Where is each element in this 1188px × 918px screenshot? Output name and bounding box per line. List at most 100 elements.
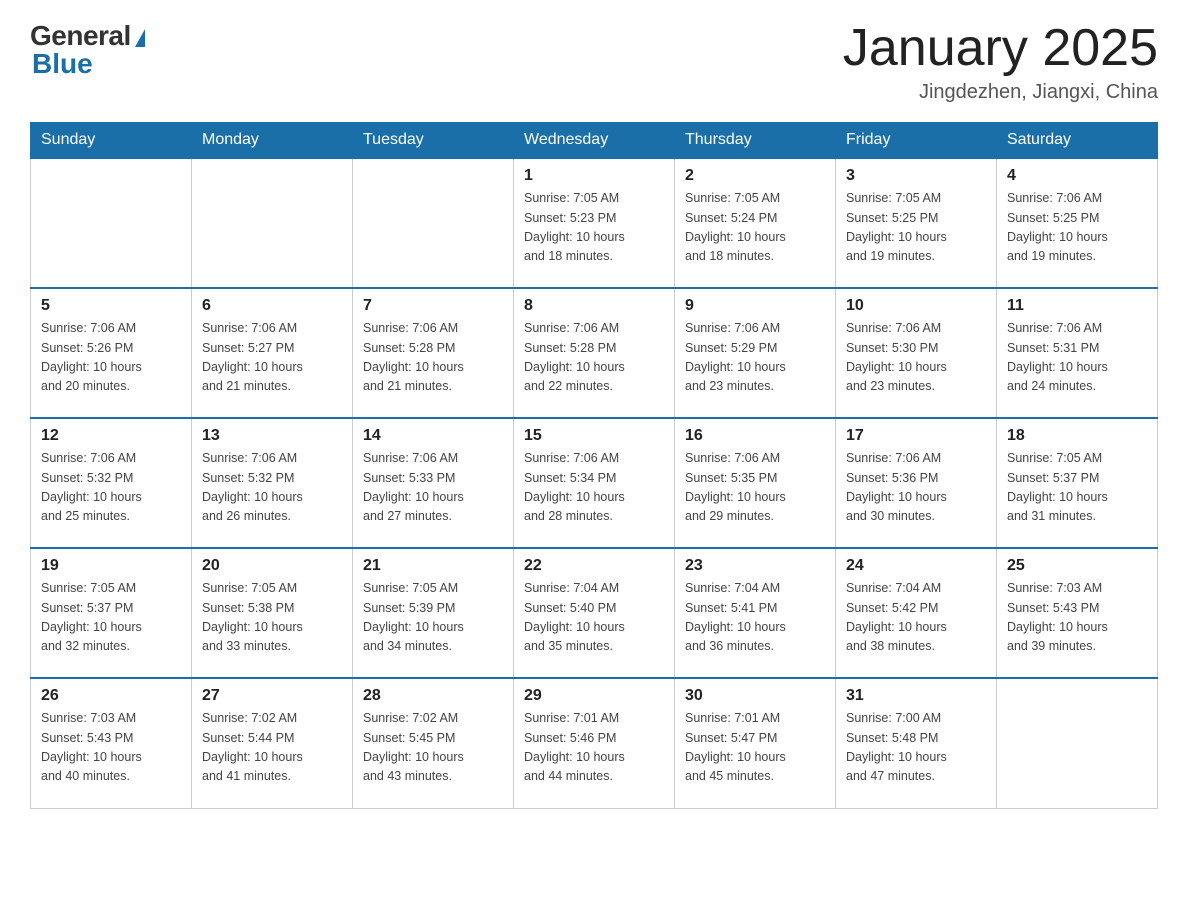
- day-number: 25: [1007, 557, 1147, 575]
- calendar-day-cell: 31 Sunrise: 7:00 AMSunset: 5:48 PMDayligh…: [836, 678, 997, 808]
- calendar-day-cell: 8 Sunrise: 7:06 AMSunset: 5:28 PMDaylight…: [514, 288, 675, 418]
- day-info: Sunrise: 7:02 AMSunset: 5:45 PMDaylight:…: [363, 709, 503, 787]
- day-info: Sunrise: 7:02 AMSunset: 5:44 PMDaylight:…: [202, 709, 342, 787]
- day-number: 30: [685, 687, 825, 705]
- day-number: 15: [524, 427, 664, 445]
- day-number: 21: [363, 557, 503, 575]
- calendar-day-cell: 29 Sunrise: 7:01 AMSunset: 5:46 PMDayligh…: [514, 678, 675, 808]
- day-number: 18: [1007, 427, 1147, 445]
- column-header-wednesday: Wednesday: [514, 123, 675, 159]
- calendar-day-cell: 10 Sunrise: 7:06 AMSunset: 5:30 PMDayligh…: [836, 288, 997, 418]
- day-number: 31: [846, 687, 986, 705]
- calendar-day-cell: 16Sunrise: 7:06 AMSunset: 5:35 PMDayligh…: [675, 418, 836, 548]
- day-info: Sunrise: 7:06 AMSunset: 5:33 PMDaylight:…: [363, 449, 503, 527]
- day-info: Sunrise: 7:05 AMSunset: 5:38 PMDaylight:…: [202, 579, 342, 657]
- day-number: 4: [1007, 167, 1147, 185]
- day-info: Sunrise: 7:05 AMSunset: 5:24 PMDaylight:…: [685, 189, 825, 267]
- calendar-day-cell: 4 Sunrise: 7:06 AMSunset: 5:25 PMDaylight…: [997, 158, 1158, 288]
- title-block: January 2025 Jingdezhen, Jiangxi, China: [843, 20, 1158, 104]
- day-info: Sunrise: 7:06 AMSunset: 5:28 PMDaylight:…: [363, 319, 503, 397]
- day-info: Sunrise: 7:01 AMSunset: 5:47 PMDaylight:…: [685, 709, 825, 787]
- calendar-day-cell: 15Sunrise: 7:06 AMSunset: 5:34 PMDayligh…: [514, 418, 675, 548]
- calendar-header-row: SundayMondayTuesdayWednesdayThursdayFrid…: [31, 123, 1158, 159]
- calendar-day-cell: 22 Sunrise: 7:04 AMSunset: 5:40 PMDayligh…: [514, 548, 675, 678]
- day-number: 19: [41, 557, 181, 575]
- calendar-empty-cell: [192, 158, 353, 288]
- logo-triangle-icon: [135, 29, 145, 47]
- calendar-empty-cell: [997, 678, 1158, 808]
- day-info: Sunrise: 7:06 AMSunset: 5:25 PMDaylight:…: [1007, 189, 1147, 267]
- day-number: 10: [846, 297, 986, 315]
- day-info: Sunrise: 7:04 AMSunset: 5:42 PMDaylight:…: [846, 579, 986, 657]
- day-number: 8: [524, 297, 664, 315]
- day-info: Sunrise: 7:06 AMSunset: 5:35 PMDaylight:…: [685, 449, 825, 527]
- calendar-week-row: 26Sunrise: 7:03 AMSunset: 5:43 PMDayligh…: [31, 678, 1158, 808]
- day-info: Sunrise: 7:03 AMSunset: 5:43 PMDaylight:…: [1007, 579, 1147, 657]
- day-info: Sunrise: 7:06 AMSunset: 5:27 PMDaylight:…: [202, 319, 342, 397]
- day-number: 2: [685, 167, 825, 185]
- day-number: 11: [1007, 297, 1147, 315]
- logo: General Blue: [30, 20, 145, 80]
- calendar-day-cell: 21 Sunrise: 7:05 AMSunset: 5:39 PMDayligh…: [353, 548, 514, 678]
- column-header-thursday: Thursday: [675, 123, 836, 159]
- column-header-tuesday: Tuesday: [353, 123, 514, 159]
- calendar-day-cell: 11Sunrise: 7:06 AMSunset: 5:31 PMDayligh…: [997, 288, 1158, 418]
- day-info: Sunrise: 7:06 AMSunset: 5:32 PMDaylight:…: [202, 449, 342, 527]
- day-number: 6: [202, 297, 342, 315]
- calendar-week-row: 1 Sunrise: 7:05 AMSunset: 5:23 PMDaylight…: [31, 158, 1158, 288]
- day-info: Sunrise: 7:04 AMSunset: 5:40 PMDaylight:…: [524, 579, 664, 657]
- day-number: 7: [363, 297, 503, 315]
- calendar-day-cell: 30 Sunrise: 7:01 AMSunset: 5:47 PMDayligh…: [675, 678, 836, 808]
- day-number: 22: [524, 557, 664, 575]
- calendar-day-cell: 27 Sunrise: 7:02 AMSunset: 5:44 PMDayligh…: [192, 678, 353, 808]
- day-number: 17: [846, 427, 986, 445]
- day-info: Sunrise: 7:05 AMSunset: 5:23 PMDaylight:…: [524, 189, 664, 267]
- day-info: Sunrise: 7:06 AMSunset: 5:30 PMDaylight:…: [846, 319, 986, 397]
- day-number: 29: [524, 687, 664, 705]
- day-info: Sunrise: 7:06 AMSunset: 5:32 PMDaylight:…: [41, 449, 181, 527]
- day-info: Sunrise: 7:06 AMSunset: 5:29 PMDaylight:…: [685, 319, 825, 397]
- calendar-day-cell: 5 Sunrise: 7:06 AMSunset: 5:26 PMDaylight…: [31, 288, 192, 418]
- day-number: 1: [524, 167, 664, 185]
- calendar-empty-cell: [31, 158, 192, 288]
- logo-blue-text: Blue: [32, 48, 93, 80]
- calendar-subtitle: Jingdezhen, Jiangxi, China: [843, 81, 1158, 104]
- calendar-day-cell: 9Sunrise: 7:06 AMSunset: 5:29 PMDaylight…: [675, 288, 836, 418]
- day-info: Sunrise: 7:05 AMSunset: 5:39 PMDaylight:…: [363, 579, 503, 657]
- day-number: 12: [41, 427, 181, 445]
- day-info: Sunrise: 7:05 AMSunset: 5:37 PMDaylight:…: [1007, 449, 1147, 527]
- day-number: 3: [846, 167, 986, 185]
- calendar-day-cell: 14 Sunrise: 7:06 AMSunset: 5:33 PMDayligh…: [353, 418, 514, 548]
- calendar-empty-cell: [353, 158, 514, 288]
- calendar-day-cell: 24 Sunrise: 7:04 AMSunset: 5:42 PMDayligh…: [836, 548, 997, 678]
- calendar-week-row: 12 Sunrise: 7:06 AMSunset: 5:32 PMDayligh…: [31, 418, 1158, 548]
- day-info: Sunrise: 7:06 AMSunset: 5:36 PMDaylight:…: [846, 449, 986, 527]
- day-number: 23: [685, 557, 825, 575]
- column-header-monday: Monday: [192, 123, 353, 159]
- day-number: 5: [41, 297, 181, 315]
- calendar-day-cell: 19 Sunrise: 7:05 AMSunset: 5:37 PMDayligh…: [31, 548, 192, 678]
- day-number: 24: [846, 557, 986, 575]
- day-number: 28: [363, 687, 503, 705]
- calendar-day-cell: 20Sunrise: 7:05 AMSunset: 5:38 PMDayligh…: [192, 548, 353, 678]
- day-number: 26: [41, 687, 181, 705]
- day-info: Sunrise: 7:05 AMSunset: 5:25 PMDaylight:…: [846, 189, 986, 267]
- calendar-day-cell: 18 Sunrise: 7:05 AMSunset: 5:37 PMDayligh…: [997, 418, 1158, 548]
- calendar-day-cell: 25 Sunrise: 7:03 AMSunset: 5:43 PMDayligh…: [997, 548, 1158, 678]
- calendar-day-cell: 1 Sunrise: 7:05 AMSunset: 5:23 PMDaylight…: [514, 158, 675, 288]
- calendar-title: January 2025: [843, 20, 1158, 77]
- day-info: Sunrise: 7:00 AMSunset: 5:48 PMDaylight:…: [846, 709, 986, 787]
- calendar-day-cell: 28 Sunrise: 7:02 AMSunset: 5:45 PMDayligh…: [353, 678, 514, 808]
- calendar-day-cell: 7 Sunrise: 7:06 AMSunset: 5:28 PMDaylight…: [353, 288, 514, 418]
- calendar-week-row: 19 Sunrise: 7:05 AMSunset: 5:37 PMDayligh…: [31, 548, 1158, 678]
- day-number: 27: [202, 687, 342, 705]
- day-number: 13: [202, 427, 342, 445]
- day-info: Sunrise: 7:04 AMSunset: 5:41 PMDaylight:…: [685, 579, 825, 657]
- day-info: Sunrise: 7:01 AMSunset: 5:46 PMDaylight:…: [524, 709, 664, 787]
- day-info: Sunrise: 7:05 AMSunset: 5:37 PMDaylight:…: [41, 579, 181, 657]
- day-info: Sunrise: 7:06 AMSunset: 5:28 PMDaylight:…: [524, 319, 664, 397]
- calendar-day-cell: 23 Sunrise: 7:04 AMSunset: 5:41 PMDayligh…: [675, 548, 836, 678]
- day-number: 14: [363, 427, 503, 445]
- calendar-day-cell: 12 Sunrise: 7:06 AMSunset: 5:32 PMDayligh…: [31, 418, 192, 548]
- day-info: Sunrise: 7:06 AMSunset: 5:26 PMDaylight:…: [41, 319, 181, 397]
